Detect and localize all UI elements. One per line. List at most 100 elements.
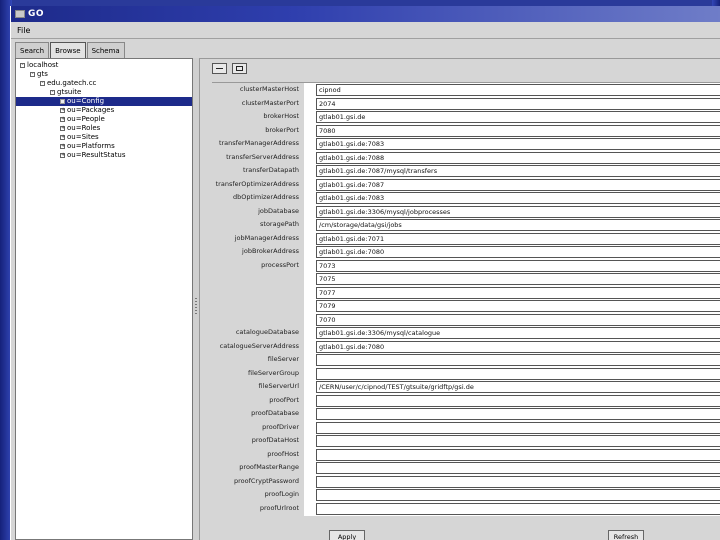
field-label: proofDatabase bbox=[251, 409, 299, 417]
field-input[interactable]: gtlab01.gsi.de:7087/mysql/transfers bbox=[316, 165, 720, 177]
field-input[interactable]: gtlab01.gsi.de:3306/mysql/catalogue bbox=[316, 327, 720, 339]
field-input[interactable]: /CERN/user/c/cipnod/TEST/gtsuite/gridftp… bbox=[316, 381, 720, 393]
tree-node-label: ou=Sites bbox=[67, 133, 99, 141]
expand-node-icon[interactable]: + bbox=[60, 153, 65, 158]
field-input[interactable]: /cm/storage/data/gsi/jobs bbox=[316, 219, 720, 231]
collapse-node-icon[interactable]: - bbox=[20, 63, 25, 68]
form-row: proofMasterRange bbox=[212, 461, 720, 475]
expand-node-icon[interactable]: + bbox=[60, 135, 65, 140]
app-window: GO File Search Browse Schema - localhost -… bbox=[10, 6, 720, 540]
refresh-button[interactable]: Refresh bbox=[608, 530, 644, 540]
field-input[interactable]: gtlab01.gsi.de:7083 bbox=[316, 192, 720, 204]
tree-node[interactable]: + ou=Sites bbox=[60, 133, 99, 142]
form-row: transferOptimizerAddress gtlab01.gsi.de:7… bbox=[212, 178, 720, 192]
tab-browse[interactable]: Browse bbox=[50, 42, 86, 59]
field-input[interactable]: gtlab01.gsi.de:7083 bbox=[316, 138, 720, 150]
field-input[interactable] bbox=[316, 462, 720, 474]
form-row: proofHost bbox=[212, 448, 720, 462]
collapse-node-icon[interactable]: - bbox=[50, 90, 55, 95]
field-input[interactable] bbox=[316, 421, 720, 434]
form-row: brokerPort 7080 bbox=[212, 124, 720, 138]
form-row: jobDatabase gtlab01.gsi.de:3306/mysql/job… bbox=[212, 205, 720, 219]
field-input[interactable] bbox=[316, 408, 720, 420]
collapse-node-icon[interactable]: - bbox=[40, 81, 45, 86]
tree-node[interactable]: - localhost bbox=[20, 61, 58, 70]
field-input[interactable]: gtlab01.gsi.de:7071 bbox=[316, 232, 720, 245]
tree-node[interactable]: - edu.gatech.cc bbox=[40, 79, 96, 88]
form-row: dbOptimizerAddress gtlab01.gsi.de:7083 bbox=[212, 191, 720, 205]
field-input[interactable]: gtlab01.gsi.de bbox=[316, 111, 720, 123]
field-label: storagePath bbox=[260, 220, 299, 228]
field-label: proofMasterRange bbox=[239, 463, 299, 471]
expand-node-icon[interactable]: + bbox=[60, 126, 65, 131]
tree-node-label: ou=Platforms bbox=[67, 142, 115, 150]
expand-node-icon[interactable]: + bbox=[60, 117, 65, 122]
field-label bbox=[212, 313, 302, 327]
tree-node[interactable]: + ou=Platforms bbox=[60, 142, 115, 151]
field-input[interactable]: 7079 bbox=[316, 300, 720, 312]
tree-node[interactable]: + ou=People bbox=[60, 115, 105, 124]
field-input[interactable] bbox=[316, 448, 720, 461]
window-title: GO bbox=[28, 9, 45, 19]
tree-node[interactable]: + ou=Roles bbox=[60, 124, 100, 133]
field-label: transferOptimizerAddress bbox=[215, 179, 299, 188]
field-label: fileServer bbox=[267, 355, 299, 363]
tree-node[interactable]: ou=Config bbox=[16, 97, 192, 106]
field-label: clusterMasterHost bbox=[239, 85, 299, 93]
form-row: jobBrokerAddress gtlab01.gsi.de:7080 bbox=[212, 245, 720, 259]
field-input[interactable] bbox=[316, 489, 720, 501]
field-input[interactable]: gtlab01.gsi.de:7080 bbox=[316, 246, 720, 258]
tree-node[interactable]: + ou=ResultStatus bbox=[60, 151, 126, 160]
field-input[interactable]: 7077 bbox=[316, 286, 720, 299]
title-bar[interactable]: GO bbox=[11, 6, 720, 22]
expand-node-icon[interactable]: + bbox=[60, 144, 65, 149]
apply-button[interactable]: Apply bbox=[329, 530, 365, 540]
field-label: dbOptimizerAddress bbox=[233, 193, 299, 201]
form-row: catalogueServerAddress gtlab01.gsi.de:708… bbox=[212, 340, 720, 354]
field-input[interactable]: cipnod bbox=[316, 84, 720, 96]
field-input[interactable]: gtlab01.gsi.de:7088 bbox=[316, 151, 720, 164]
field-input[interactable]: 7075 bbox=[316, 273, 720, 285]
tab-schema[interactable]: Schema bbox=[86, 42, 125, 58]
attribute-form: clusterMasterHost cipnod clusterMasterPort… bbox=[212, 82, 720, 516]
field-label: proofHost bbox=[267, 449, 299, 458]
collapse-button[interactable] bbox=[212, 63, 227, 74]
field-input[interactable] bbox=[316, 502, 720, 515]
directory-tree[interactable]: - localhost - gts - edu.gatech.cc - gtsuite ou=C… bbox=[15, 58, 193, 540]
form-row: fileServer bbox=[212, 353, 720, 367]
field-input[interactable] bbox=[316, 435, 720, 447]
field-input[interactable]: 2074 bbox=[316, 97, 720, 110]
expand-node-icon[interactable]: + bbox=[60, 108, 65, 113]
field-input[interactable] bbox=[316, 475, 720, 488]
form-row: fileServerGroup bbox=[212, 367, 720, 381]
tree-node[interactable]: - gtsuite bbox=[50, 88, 81, 97]
app-icon[interactable] bbox=[15, 10, 25, 18]
menu-file[interactable]: File bbox=[17, 26, 30, 35]
leaf-node-icon bbox=[60, 99, 65, 104]
field-label: fileServerGroup bbox=[247, 368, 299, 377]
field-input[interactable]: gtlab01.gsi.de:7080 bbox=[316, 340, 720, 353]
divider-grip-icon[interactable] bbox=[195, 298, 197, 314]
collapse-node-icon[interactable]: - bbox=[30, 72, 35, 77]
field-input[interactable] bbox=[316, 367, 720, 380]
field-input[interactable]: 7073 bbox=[316, 259, 720, 272]
field-label: proofDataHost bbox=[251, 436, 299, 444]
tree-node[interactable]: + ou=Packages bbox=[60, 106, 114, 115]
field-input[interactable]: 7070 bbox=[316, 313, 720, 326]
field-input[interactable]: 7080 bbox=[316, 124, 720, 137]
field-input[interactable] bbox=[316, 354, 720, 366]
expand-button[interactable] bbox=[232, 63, 247, 74]
form-row: proofPort bbox=[212, 394, 720, 408]
field-input[interactable]: gtlab01.gsi.de:3306/mysql/jobprocesses bbox=[316, 205, 720, 218]
form-row: proofDataHost bbox=[212, 434, 720, 448]
form-row: transferServerAddress gtlab01.gsi.de:7088 bbox=[212, 151, 720, 165]
field-input[interactable] bbox=[316, 394, 720, 407]
tree-node[interactable]: - gts bbox=[30, 70, 48, 79]
form-row: processPort 7073 bbox=[212, 259, 720, 273]
tab-search[interactable]: Search bbox=[15, 42, 50, 58]
field-input[interactable]: gtlab01.gsi.de:7087 bbox=[316, 178, 720, 191]
form-row: proofDatabase bbox=[212, 407, 720, 421]
window-icon bbox=[236, 66, 243, 71]
tab-schema-label: Schema bbox=[91, 46, 120, 55]
field-label bbox=[212, 299, 302, 313]
